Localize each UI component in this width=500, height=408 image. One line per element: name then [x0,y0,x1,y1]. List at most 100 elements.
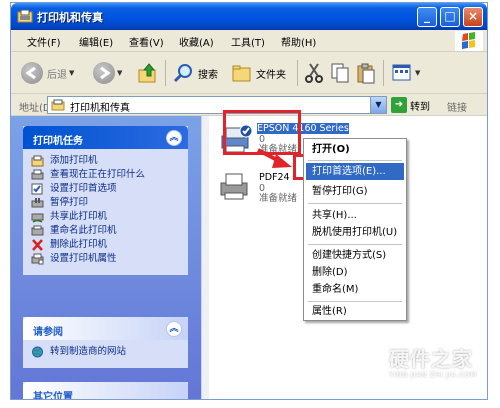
printer-icon [220,173,248,200]
menu-divider [308,301,402,302]
views-button[interactable]: ▼ [391,60,420,86]
highlight-box [223,110,301,155]
back-button[interactable]: 后退 ▼ [21,60,74,86]
other-places-header[interactable]: 其它位置 [23,382,188,400]
ctx-printing-preferences[interactable]: 打印首选项(E)... [306,163,404,180]
copy-button[interactable] [329,60,351,86]
address-input[interactable]: 打印机和传真 ▼ [47,96,387,114]
close-button[interactable]: × [463,7,483,27]
task-label: 设置打印首选项 [50,183,117,194]
toolbar-divider [297,60,298,86]
task-pane: 打印机任务 ︽ 添加打印机 查看现在正在打印什么 设置打印首选项 暂停打印 共享… [11,116,201,400]
task-label: 共享此打印机 [50,211,108,222]
ctx-rename[interactable]: 重命名(M) [306,281,404,298]
menu-view[interactable]: 查看(V) [129,34,164,49]
collapse-chevron-icon[interactable]: ︽ [166,321,182,337]
toolbar-divider [383,60,384,86]
see-also-title: 请参阅 [33,327,63,338]
title-bar[interactable]: 打印机和传真 _ □ × [11,3,487,30]
rename-printer-icon [31,225,44,236]
forward-button[interactable]: ▼ [93,60,122,86]
menu-divider [308,160,402,161]
printer-status: 准备就绪 [259,193,298,204]
task-pause-printing[interactable]: 暂停打印 [31,197,182,209]
maximize-button[interactable]: □ [440,7,460,27]
printer-folder-icon [51,99,65,111]
task-label: 转到制造商的网站 [50,346,127,357]
task-label: 重命名此打印机 [50,225,117,236]
menu-bar: 文件(F) 编辑(E) 查看(V) 收藏(A) 工具(T) 帮助(H) [11,30,487,52]
chevron-down-icon: ▼ [415,69,421,77]
task-delete-printer[interactable]: 删除此打印机 [31,239,182,251]
task-rename-printer[interactable]: 重命名此打印机 [31,225,182,237]
task-share-printer[interactable]: 共享此打印机 [31,211,182,223]
menu-help[interactable]: 帮助(H) [281,34,316,49]
menu-divider [308,203,402,204]
ctx-open[interactable]: 打开(O) [306,141,404,158]
task-add-printer[interactable]: 添加打印机 [31,155,182,167]
other-places-title: 其它位置 [33,392,73,400]
up-folder-icon [138,63,156,83]
up-folder-button[interactable] [137,60,159,86]
task-label: 设置打印机属性 [50,253,117,264]
task-printing-preferences[interactable]: 设置打印首选项 [31,183,182,195]
search-label: 搜索 [198,69,218,81]
views-icon [392,64,411,81]
task-manufacturer-website[interactable]: 转到制造商的网站 [31,346,182,358]
preferences-icon [31,183,43,195]
toolbar: 后退 ▼ ▼ 搜索 文件夹 ▼ [11,52,487,94]
toolbar-divider [165,60,166,86]
globe-icon [32,346,43,358]
ctx-sharing[interactable]: 共享(H)... [306,207,404,224]
links-label[interactable]: 链接 [447,99,467,114]
share-printer-icon [31,213,44,223]
folders-icon [232,65,251,82]
cut-button[interactable] [303,60,325,86]
collapse-chevron-icon[interactable]: ︽ [166,130,182,146]
watermark-title: 硬件之家 [389,347,473,371]
printer-properties-icon [31,253,44,265]
ctx-pause-printing[interactable]: 暂停打印(G) [306,183,404,200]
other-places-box: 其它位置 [23,382,188,400]
delete-x-icon [32,239,43,251]
ctx-create-shortcut[interactable]: 创建快捷方式(S) [306,247,404,264]
folders-label: 文件夹 [256,69,286,81]
watermark-subtitle: YING JIAN ZHI JIA.COM [389,371,477,379]
task-label: 删除此打印机 [50,239,108,250]
pause-printer-icon [31,198,44,208]
forward-arrow-icon [93,62,115,84]
folders-button[interactable]: 文件夹 [231,60,286,86]
hexagon-logo-icon [348,341,382,381]
minimize-button[interactable]: _ [417,7,437,27]
context-menu: 打开(O) 打印首选项(E)... 暂停打印(G) 共享(H)... 脱机使用打… [303,138,407,321]
menu-edit[interactable]: 编辑(E) [79,34,113,49]
scissors-icon [305,63,323,83]
paste-button[interactable] [355,60,377,86]
task-printer-properties[interactable]: 设置打印机属性 [31,253,182,265]
ctx-properties[interactable]: 属性(R) [306,303,404,320]
address-value: 打印机和传真 [70,103,130,114]
ctx-use-offline[interactable]: 脱机使用打印机(U) [306,224,404,241]
printer-name: PDF24 [259,172,290,183]
task-label: 暂停打印 [50,197,89,208]
paste-icon [357,63,375,84]
menu-divider [308,244,402,245]
go-button[interactable]: ➜ 转到 [391,97,430,113]
printer-tasks-header[interactable]: 打印机任务 ︽ [23,126,188,149]
chevron-down-icon: ▼ [69,69,75,77]
copy-icon [331,63,349,83]
chevron-down-icon: ▼ [117,69,123,77]
address-dropdown-button[interactable]: ▼ [370,97,386,113]
explorer-window: 打印机和传真 _ □ × 文件(F) 编辑(E) 查看(V) 收藏(A) 工具(… [10,2,488,400]
vertical-scrollbar[interactable] [201,116,209,399]
menu-file[interactable]: 文件(F) [27,34,61,49]
task-label: 查看现在正在打印什么 [50,169,146,180]
task-see-whats-printing[interactable]: 查看现在正在打印什么 [31,169,182,181]
search-button[interactable]: 搜索 [173,60,218,86]
ctx-delete[interactable]: 删除(D) [306,264,404,281]
menu-favorites[interactable]: 收藏(A) [179,34,214,49]
print-queue-icon [31,169,44,180]
see-also-header[interactable]: 请参阅 ︽ [23,317,188,340]
menu-tools[interactable]: 工具(T) [231,34,265,49]
printer-tasks-title: 打印机任务 [33,136,83,147]
